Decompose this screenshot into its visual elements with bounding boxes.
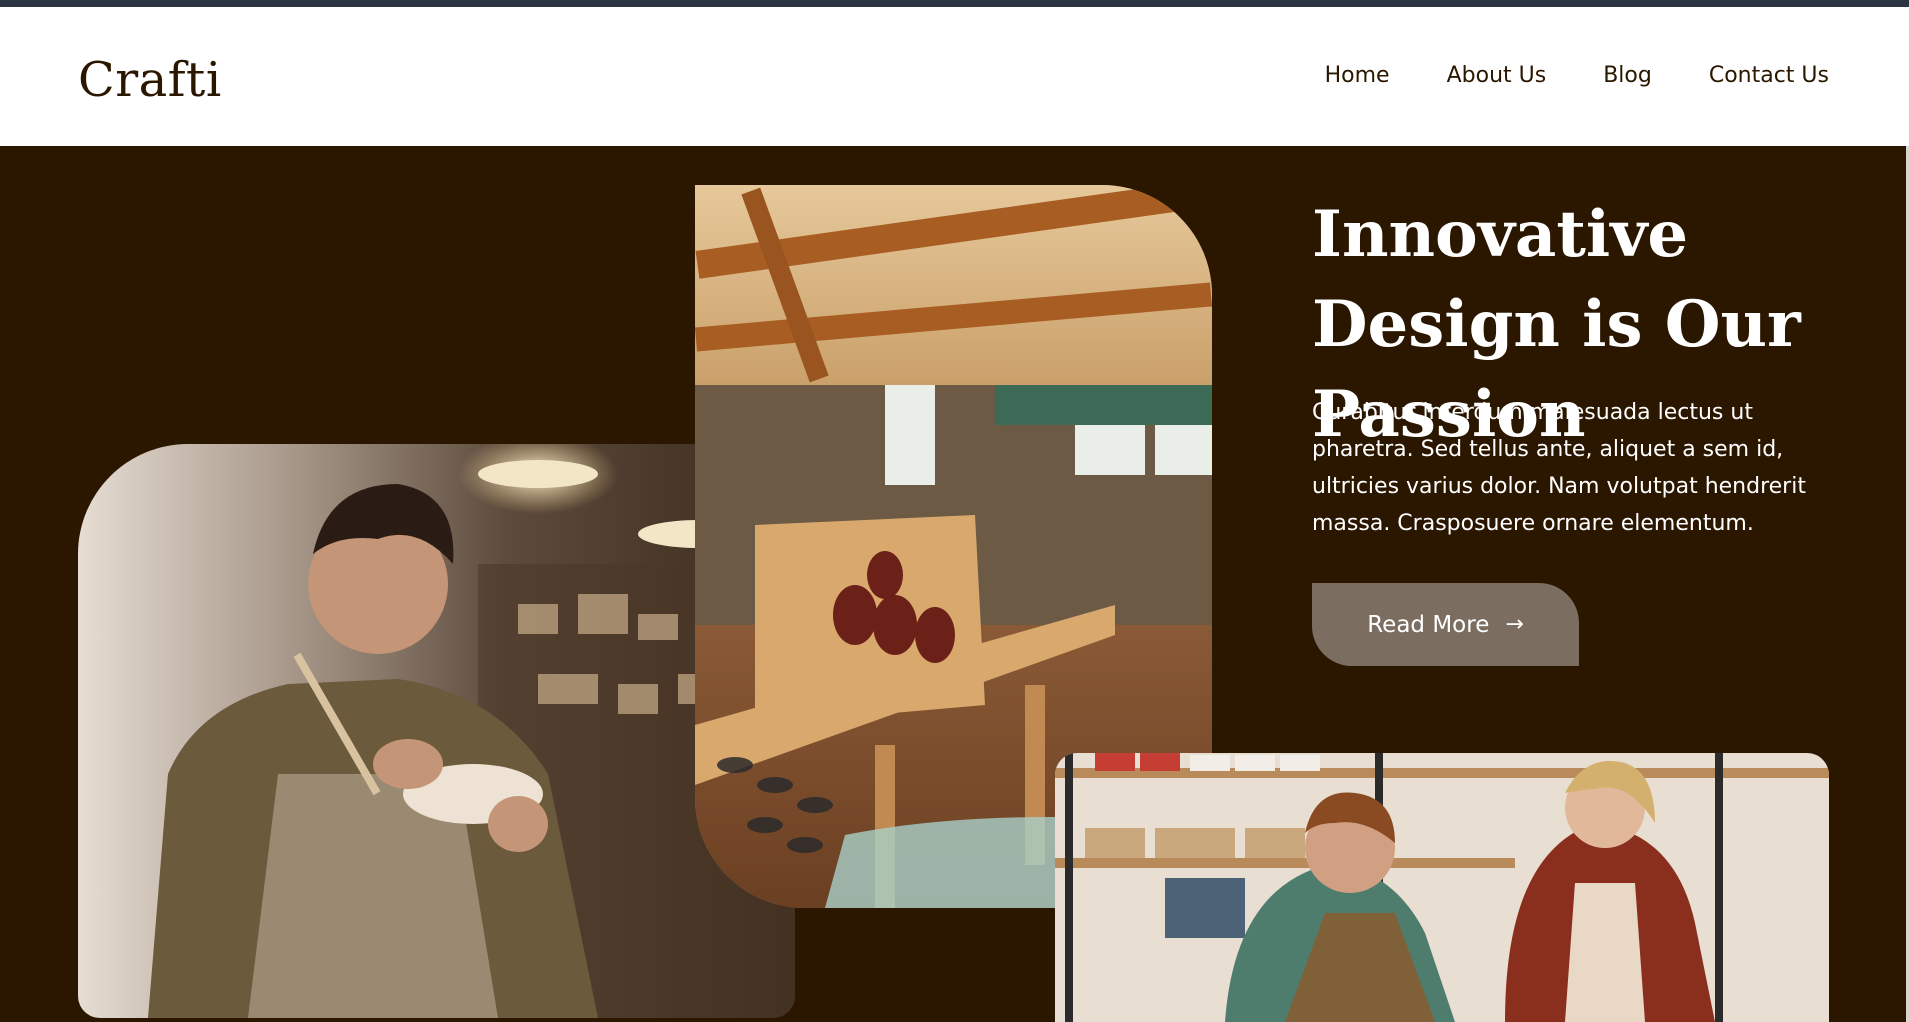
- read-more-label: Read More: [1367, 611, 1490, 638]
- main-nav: Home About Us Blog Contact Us: [1325, 63, 1829, 88]
- top-border: [0, 0, 1909, 7]
- nav-blog[interactable]: Blog: [1603, 63, 1652, 88]
- logo[interactable]: Crafti: [78, 52, 222, 108]
- site-header: Crafti Home About Us Blog Contact Us: [0, 7, 1909, 146]
- hero-body-text: Curabitur interdum malesuada lectus ut p…: [1312, 400, 1806, 536]
- arrow-right-icon: →: [1505, 612, 1524, 637]
- read-more-button[interactable]: Read More →: [1312, 583, 1579, 666]
- craftsman-photo: [78, 444, 795, 1018]
- nav-contact-us[interactable]: Contact Us: [1709, 63, 1829, 88]
- nav-about-us[interactable]: About Us: [1447, 63, 1547, 88]
- workshop-team-photo: [1055, 753, 1829, 1022]
- nav-home[interactable]: Home: [1325, 63, 1390, 88]
